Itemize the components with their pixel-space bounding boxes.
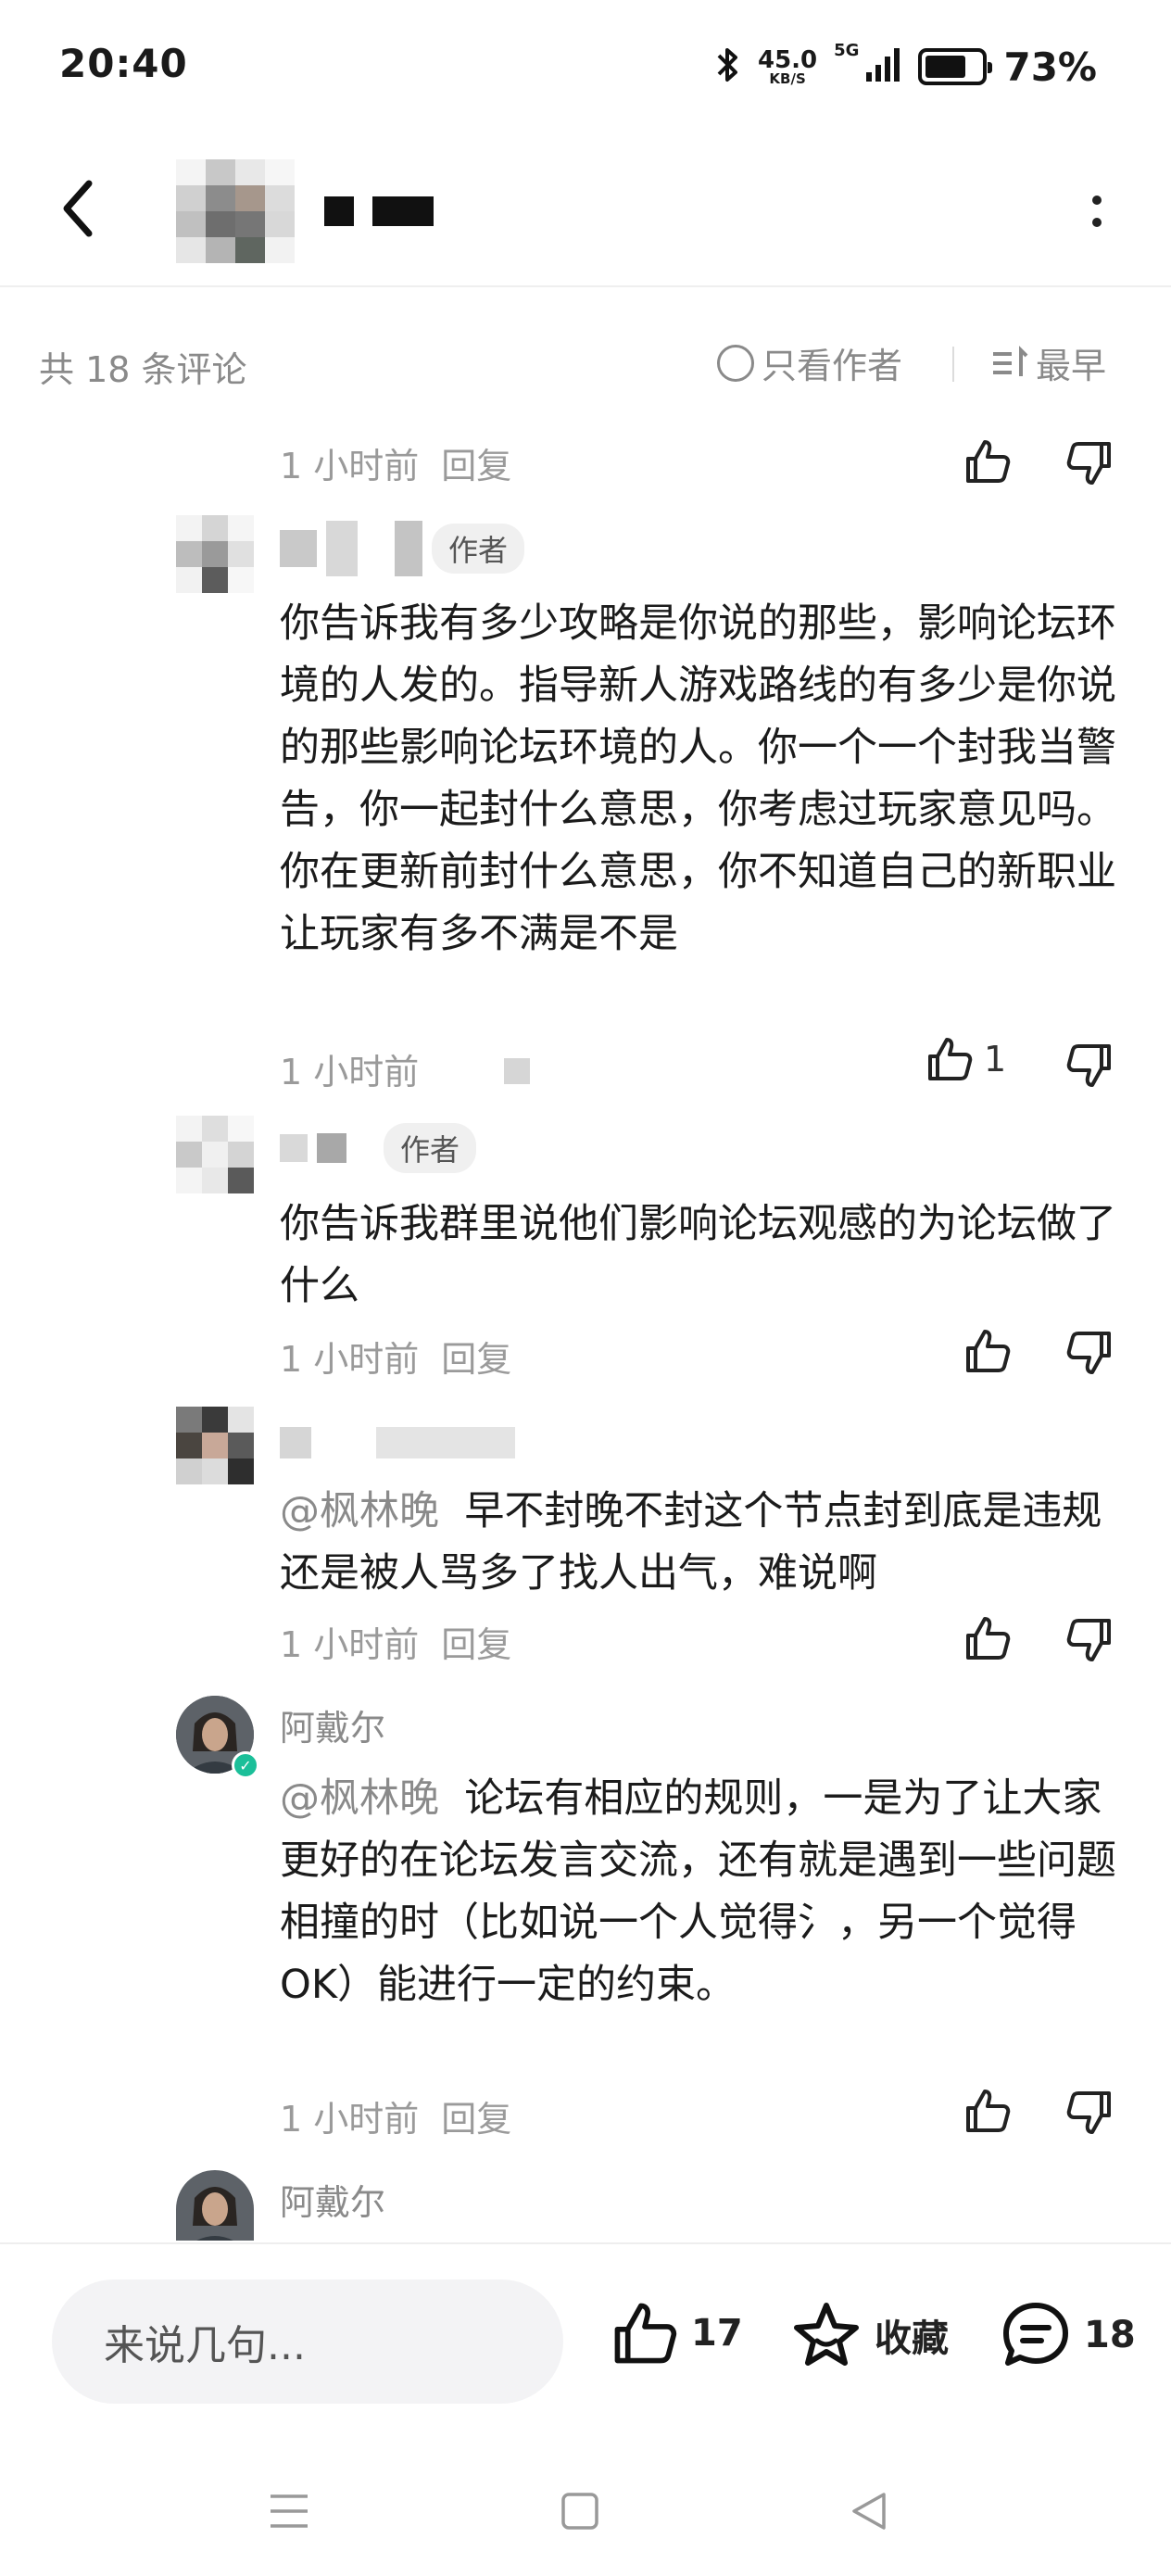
comment-text: @枫林晚 早不封晚不封这个节点封到底是违规还是被人骂多了找人出气，难说啊 bbox=[280, 1488, 1102, 1597]
like-button[interactable] bbox=[960, 1610, 1015, 1666]
comment-avatar[interactable] bbox=[176, 515, 254, 593]
dislike-button[interactable] bbox=[1062, 1325, 1117, 1381]
thumbs-up-icon bbox=[966, 440, 1011, 483]
thumbs-up-icon bbox=[614, 2303, 677, 2364]
comments-toolbar: 共 18 条评论 只看作者 最早 bbox=[0, 324, 1171, 398]
back-triangle-icon[interactable] bbox=[841, 2483, 897, 2539]
comment-meta: 1 小时前 回复 bbox=[280, 1331, 511, 1382]
post-like-count: 17 bbox=[691, 2312, 743, 2355]
favorite-label: 收藏 bbox=[875, 2317, 949, 2360]
like-button[interactable] bbox=[960, 1323, 1015, 1379]
like-button[interactable] bbox=[960, 2083, 1015, 2139]
mention-link[interactable]: @枫林晚 bbox=[280, 1775, 439, 1822]
thumbs-down-icon bbox=[1066, 1332, 1111, 1374]
comment-input[interactable]: 来说几句... bbox=[52, 2279, 563, 2404]
comment-text: 你告诉我有多少攻略是你说的那些，影响论坛环境的人发的。指导新人游戏路线的有多少是… bbox=[280, 600, 1116, 957]
comment-text: @枫林晚 论坛有相应的规则，一是为了让大家更好的在论坛发言交流，还有就是遇到一些… bbox=[280, 1775, 1116, 2008]
comment-username[interactable]: 阿戴尔 bbox=[280, 1699, 385, 1750]
thumbs-down-icon bbox=[1066, 1619, 1111, 1661]
author-tag: 作者 bbox=[384, 1123, 477, 1173]
star-icon bbox=[794, 2303, 859, 2366]
home-icon[interactable] bbox=[552, 2483, 608, 2539]
author-tag: 作者 bbox=[432, 524, 525, 574]
dislike-button[interactable] bbox=[1062, 1038, 1117, 1093]
like-post-button[interactable]: 17 bbox=[610, 2298, 743, 2368]
sort-button[interactable]: 最早 bbox=[989, 337, 1106, 388]
more-vertical-icon[interactable] bbox=[1078, 174, 1115, 248]
battery-percent: 73% bbox=[1003, 44, 1097, 90]
bottom-action-bar: 来说几句... 17 收藏 18 bbox=[0, 2242, 1171, 2409]
sort-icon bbox=[993, 345, 1028, 376]
status-icons: 45.0 KB/S 5G 73% bbox=[715, 41, 1097, 93]
thumbs-down-icon bbox=[1066, 2091, 1111, 2134]
comment-meta: 1 小时前 回复 bbox=[280, 437, 511, 488]
thumbs-up-icon bbox=[966, 2090, 1011, 2132]
comment-time: 1 小时前 bbox=[280, 446, 420, 486]
signal-icon bbox=[864, 46, 901, 87]
comment-meta: 1 小时前 回复 bbox=[280, 1616, 511, 1667]
reply-button[interactable]: 回复 bbox=[441, 1339, 511, 1380]
menu-icon[interactable] bbox=[261, 2483, 317, 2539]
chevron-left-icon bbox=[63, 180, 93, 237]
back-button[interactable] bbox=[56, 167, 139, 250]
net-speed: 45.0 KB/S bbox=[758, 45, 818, 87]
comment-meta: 1 小时前 回复 bbox=[280, 2090, 511, 2141]
comment-avatar[interactable] bbox=[176, 1407, 254, 1484]
comment-username[interactable]: 作者 bbox=[280, 1123, 477, 1173]
thumbs-up-icon bbox=[966, 1330, 1011, 1372]
comment-avatar[interactable] bbox=[176, 2170, 254, 2241]
comment-time: 1 小时前 bbox=[280, 2099, 420, 2140]
comment-username[interactable] bbox=[280, 1427, 515, 1458]
comment-text: 你告诉我群里说他们影响论坛观感的为论坛做了什么 bbox=[280, 1201, 1116, 1309]
post-comment-count: 18 bbox=[1084, 2314, 1136, 2356]
only-author-toggle[interactable]: 只看作者 bbox=[717, 337, 902, 388]
comment-bubble-icon bbox=[1003, 2303, 1068, 2366]
battery-icon bbox=[918, 48, 993, 85]
bluetooth-icon bbox=[715, 44, 741, 89]
radio-circle-icon bbox=[717, 344, 754, 382]
character-portrait-icon bbox=[176, 2170, 254, 2241]
reply-button[interactable]: 回复 bbox=[441, 2099, 511, 2140]
reply-button[interactable]: 回复 bbox=[441, 1624, 511, 1665]
system-nav-bar bbox=[0, 2446, 1171, 2557]
battery-level bbox=[925, 56, 965, 78]
status-time: 20:40 bbox=[59, 41, 188, 86]
network-type: 5G bbox=[834, 41, 860, 60]
mention-link[interactable]: @枫林晚 bbox=[280, 1488, 439, 1534]
comment-time: 1 小时前 bbox=[280, 1624, 420, 1665]
only-author-label: 只看作者 bbox=[762, 346, 903, 386]
reply-button[interactable]: 回复 bbox=[441, 446, 511, 486]
thumbs-up-icon bbox=[966, 1617, 1011, 1660]
thumbs-down-icon bbox=[1066, 1044, 1111, 1087]
like-button[interactable]: 1 bbox=[925, 1034, 1006, 1084]
thumbs-up-icon bbox=[928, 1038, 973, 1080]
top-header bbox=[0, 130, 1171, 287]
thumbs-down-icon bbox=[1066, 442, 1111, 485]
like-button[interactable] bbox=[960, 434, 1015, 489]
author-avatar[interactable] bbox=[176, 159, 295, 263]
comment-username[interactable]: 作者 bbox=[280, 521, 525, 576]
dislike-button[interactable] bbox=[1062, 2085, 1117, 2140]
status-bar: 20:40 45.0 KB/S 5G 73% bbox=[0, 0, 1171, 130]
divider bbox=[952, 347, 954, 382]
dislike-button[interactable] bbox=[1062, 436, 1117, 491]
comments-button[interactable]: 18 bbox=[999, 2298, 1136, 2372]
author-name-redacted bbox=[324, 185, 434, 237]
favorite-button[interactable]: 收藏 bbox=[789, 2298, 949, 2372]
sort-label: 最早 bbox=[1036, 346, 1107, 386]
comment-time: 1 小时前 bbox=[280, 1339, 420, 1380]
like-count: 1 bbox=[984, 1039, 1007, 1080]
comment-meta: 1 小时前 bbox=[280, 1043, 531, 1094]
comment-time: 1 小时前 bbox=[280, 1052, 420, 1092]
comment-count-label: 共 18 条评论 bbox=[39, 349, 247, 390]
verified-badge-icon: ✓ bbox=[232, 1751, 259, 1779]
dislike-button[interactable] bbox=[1062, 1612, 1117, 1668]
comment-username[interactable]: 阿戴尔 bbox=[280, 2174, 385, 2225]
comment-avatar[interactable] bbox=[176, 1116, 254, 1193]
